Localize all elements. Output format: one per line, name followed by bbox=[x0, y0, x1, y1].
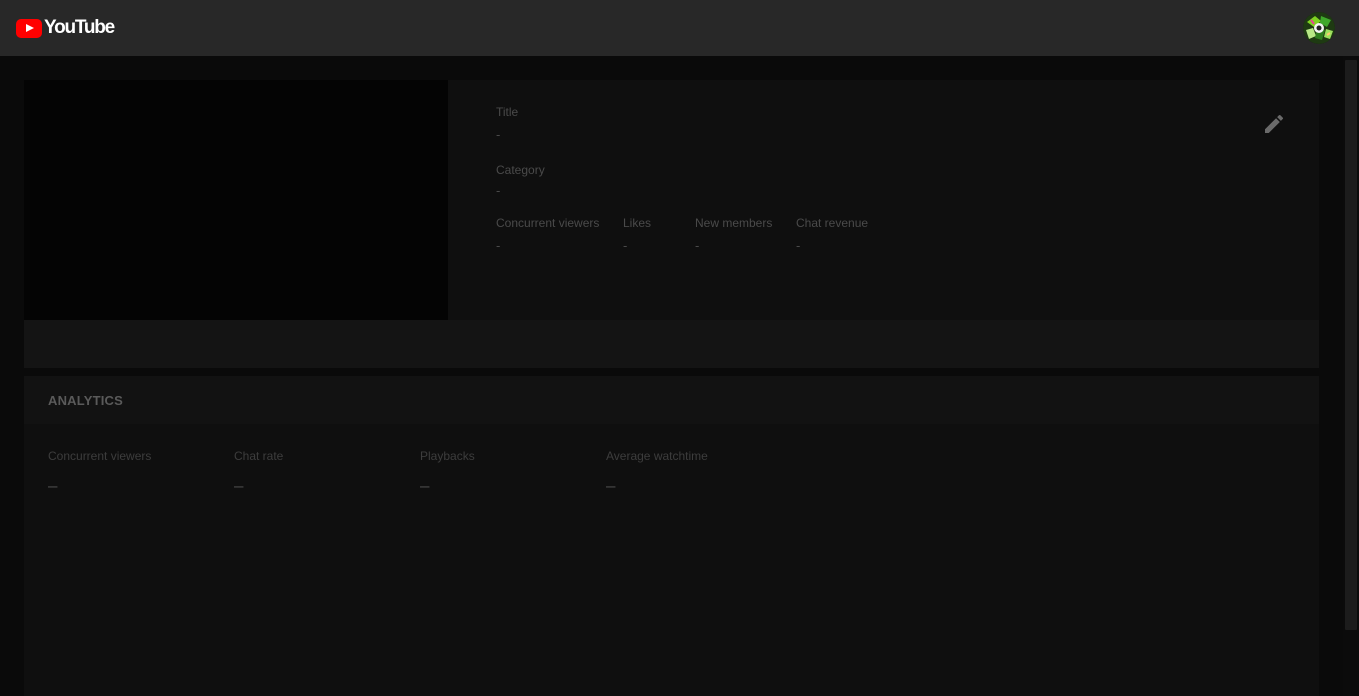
youtube-play-icon bbox=[16, 18, 42, 38]
scrollbar-thumb[interactable] bbox=[1345, 60, 1357, 630]
stat-value-likes: - bbox=[623, 238, 628, 253]
analytics-panel: ANALYTICS Concurrent viewers – Chat rate… bbox=[24, 376, 1319, 696]
user-avatar-icon bbox=[1303, 12, 1335, 44]
stat-label-likes: Likes bbox=[623, 216, 652, 230]
edit-button[interactable] bbox=[1262, 112, 1286, 136]
stream-card: Title - Category - Concurrent viewers - … bbox=[24, 80, 1319, 320]
stat-label-new-members: New members bbox=[695, 216, 773, 230]
metric-value-average-watchtime: – bbox=[606, 476, 616, 495]
top-app-bar: YouTube bbox=[0, 0, 1359, 56]
metric-value-concurrent-viewers: – bbox=[48, 476, 58, 495]
title-label: Title bbox=[496, 105, 519, 119]
stream-info-bar bbox=[24, 320, 1319, 368]
title-value: - bbox=[496, 127, 501, 142]
stream-details: Title - Category - Concurrent viewers - … bbox=[472, 80, 1319, 320]
youtube-logo[interactable]: YouTube bbox=[16, 17, 115, 38]
stat-value-concurrent-viewers: - bbox=[496, 238, 501, 253]
analytics-header: ANALYTICS bbox=[24, 376, 1319, 424]
avatar[interactable] bbox=[1303, 12, 1335, 44]
metric-label-concurrent-viewers: Concurrent viewers bbox=[48, 449, 152, 463]
pencil-icon bbox=[1265, 114, 1284, 133]
category-label: Category bbox=[496, 163, 545, 177]
stream-preview[interactable] bbox=[24, 80, 448, 320]
analytics-title: ANALYTICS bbox=[48, 393, 123, 408]
stat-value-chat-revenue: - bbox=[796, 238, 801, 253]
logo-text: YouTube bbox=[44, 17, 115, 38]
metric-value-chat-rate: – bbox=[234, 476, 244, 495]
stat-value-new-members: - bbox=[695, 238, 700, 253]
stat-label-chat-revenue: Chat revenue bbox=[796, 216, 869, 230]
stat-label-concurrent-viewers: Concurrent viewers bbox=[496, 216, 600, 230]
metric-label-playbacks: Playbacks bbox=[420, 449, 475, 463]
metric-value-playbacks: – bbox=[420, 476, 430, 495]
metric-label-average-watchtime: Average watchtime bbox=[606, 449, 708, 463]
metric-label-chat-rate: Chat rate bbox=[234, 449, 284, 463]
category-value: - bbox=[496, 183, 501, 198]
